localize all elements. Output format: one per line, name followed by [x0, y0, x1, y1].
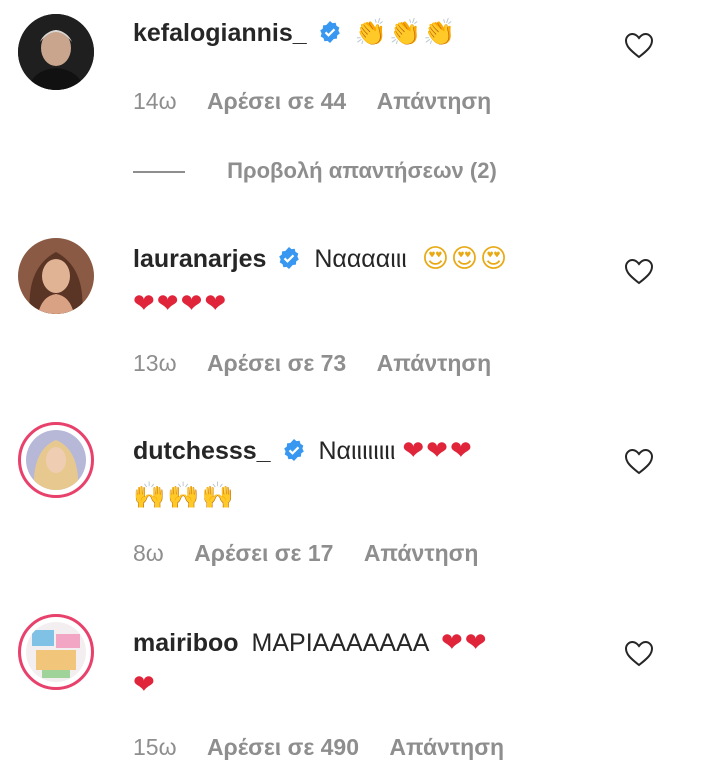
- verified-badge-icon: [282, 433, 306, 475]
- comment-meta: 13ω Αρέσει σε 73 Απάντηση: [133, 350, 515, 377]
- comment-meta: 8ω Αρέσει σε 17 Απάντηση: [133, 540, 502, 567]
- verified-badge-icon: [318, 15, 342, 57]
- collage-avatar-icon: [26, 622, 86, 682]
- comment-item: lauranarjes Νααααιιι 😍😍😍 ❤❤❤❤ 13ω Αρέσει…: [0, 226, 711, 386]
- comment-username[interactable]: lauranarjes: [133, 245, 266, 273]
- likes-count-link[interactable]: Αρέσει σε 73: [207, 350, 346, 376]
- comment-text: Ναιιιιιιιι: [318, 437, 396, 465]
- comment-emoji: ❤❤: [440, 628, 489, 658]
- verified-badge-icon: [277, 241, 301, 283]
- comment-emoji: ❤: [133, 670, 157, 700]
- comment-emoji: ❤❤❤: [402, 436, 474, 466]
- comment-username[interactable]: kefalogiannis_: [133, 19, 307, 47]
- like-heart-icon[interactable]: [624, 32, 654, 60]
- reply-button[interactable]: Απάντηση: [377, 350, 492, 376]
- view-replies-button[interactable]: Προβολή απαντήσεων (2): [133, 158, 497, 184]
- comment-time: 13ω: [133, 350, 177, 376]
- reply-button[interactable]: Απάντηση: [377, 88, 492, 114]
- comment-username[interactable]: mairiboo: [133, 629, 239, 657]
- like-heart-icon[interactable]: [624, 448, 654, 476]
- comment-text: ΜΑΡΙΑΑΑΑΑΑΑ: [251, 629, 428, 657]
- likes-count-link[interactable]: Αρέσει σε 44: [207, 88, 346, 114]
- comment-emoji: 😍😍😍: [421, 244, 510, 274]
- comment-time: 14ω: [133, 88, 177, 114]
- comment-text: Νααααιιι: [314, 245, 407, 273]
- divider-dash: [133, 171, 185, 174]
- comment-username[interactable]: dutchesss_: [133, 437, 271, 465]
- comment-item: mairiboo ΜΑΡΙΑΑΑΑΑΑΑ ❤❤ ❤ 15ω Αρέσει σε …: [0, 610, 711, 768]
- reply-button[interactable]: Απάντηση: [389, 734, 504, 760]
- avatar[interactable]: [18, 238, 94, 314]
- avatar[interactable]: [18, 614, 94, 690]
- comment-meta: 14ω Αρέσει σε 44 Απάντηση: [133, 88, 515, 115]
- reply-button[interactable]: Απάντηση: [364, 540, 479, 566]
- comment-item: dutchesss_ Ναιιιιιιιι ❤❤❤ 🙌🙌🙌 8ω Αρέσει …: [0, 418, 711, 578]
- man-avatar-icon: [18, 14, 94, 90]
- avatar[interactable]: [18, 14, 94, 90]
- comment-emoji: ❤❤❤❤: [133, 289, 229, 319]
- comment-emoji: 👏👏👏: [354, 18, 458, 48]
- comment-emoji: 🙌🙌🙌: [133, 481, 237, 511]
- avatar[interactable]: [18, 422, 94, 498]
- like-heart-icon[interactable]: [624, 258, 654, 286]
- comment-meta: 15ω Αρέσει σε 490 Απάντηση: [133, 734, 528, 761]
- comment-time: 15ω: [133, 734, 177, 760]
- woman-avatar-icon: [18, 238, 94, 314]
- comment-item: kefalogiannis_ 👏👏👏 14ω Αρέσει σε 44 Απάν…: [0, 0, 711, 140]
- likes-count-link[interactable]: Αρέσει σε 17: [194, 540, 333, 566]
- comment-time: 8ω: [133, 540, 164, 566]
- view-replies-label[interactable]: Προβολή απαντήσεων (2): [227, 158, 497, 183]
- like-heart-icon[interactable]: [624, 640, 654, 668]
- likes-count-link[interactable]: Αρέσει σε 490: [207, 734, 359, 760]
- blonde-avatar-icon: [26, 430, 86, 490]
